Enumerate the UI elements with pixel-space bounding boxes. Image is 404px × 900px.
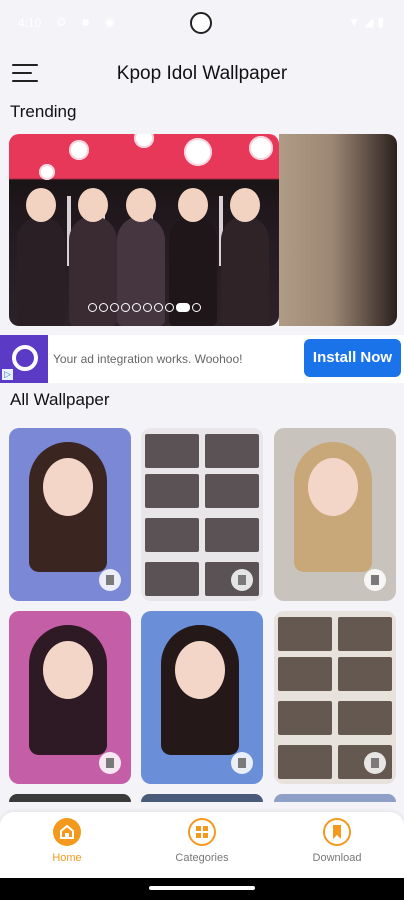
app-bar: Kpop Idol Wallpaper [0, 44, 404, 100]
bookmark-icon[interactable] [231, 569, 253, 591]
status-bar: 4:10 ⚙ ■ ◉ ▼◢▮ [0, 0, 404, 44]
flower-decoration [69, 140, 89, 160]
idol-face [308, 458, 358, 516]
carousel-dot[interactable] [175, 303, 190, 312]
nav-home[interactable]: Home [17, 818, 117, 864]
app-title: Kpop Idol Wallpaper [116, 63, 288, 84]
photo-tile [205, 474, 259, 508]
front-camera-icon [190, 12, 212, 34]
wallpaper-thumbnail-partial[interactable] [9, 794, 131, 802]
nav-home-label: Home [52, 852, 82, 864]
status-time: 4:10 [18, 16, 42, 30]
carousel-page-indicator[interactable] [9, 299, 279, 317]
photo-tile [338, 657, 392, 691]
wallpaper-thumbnail[interactable] [141, 611, 263, 784]
trending-carousel-slide[interactable] [9, 134, 279, 326]
carousel-dot[interactable] [191, 303, 201, 312]
install-now-button[interactable]: Install Now [304, 339, 401, 377]
photo-tile [278, 745, 332, 779]
home-icon [53, 818, 81, 846]
photo-tile [145, 518, 199, 552]
nav-download[interactable]: Download [287, 818, 387, 864]
nav-categories[interactable]: Categories [152, 818, 252, 864]
status-right-icons: ▼◢▮ [348, 15, 388, 29]
trending-carousel-next-slide[interactable] [279, 134, 397, 326]
photo-tile [145, 434, 199, 468]
bottom-navigation: Home Categories Download [0, 812, 404, 878]
wallpaper-thumbnail[interactable] [141, 428, 263, 601]
photo-tile [205, 518, 259, 552]
carousel-dot[interactable] [131, 303, 141, 312]
bookmark-icon[interactable] [99, 569, 121, 591]
photo-tile [145, 562, 199, 596]
carousel-dot[interactable] [109, 303, 119, 312]
photo-tile [338, 701, 392, 735]
bookmark-icon[interactable] [364, 752, 386, 774]
all-wallpaper-heading: All Wallpaper [10, 390, 110, 409]
wallpaper-thumbnail[interactable] [9, 611, 131, 784]
flower-decoration [184, 138, 212, 166]
wallpaper-thumbnail[interactable] [9, 428, 131, 601]
photo-tile [205, 434, 259, 468]
ad-choices-icon[interactable]: ▷ [2, 369, 13, 380]
carousel-dot[interactable] [98, 303, 108, 312]
idol-face [43, 641, 93, 699]
idol-face [43, 458, 93, 516]
flower-decoration [134, 134, 154, 148]
photo-tile [338, 617, 392, 651]
ad-text: Your ad integration works. Woohoo! [53, 352, 243, 366]
grid-icon [188, 818, 216, 846]
nav-categories-label: Categories [175, 852, 229, 864]
photo-tile [278, 617, 332, 651]
bookmark-icon[interactable] [364, 569, 386, 591]
bookmark-icon[interactable] [231, 752, 253, 774]
carousel-dot[interactable] [87, 303, 97, 312]
flower-decoration [39, 164, 55, 180]
carousel-dot[interactable] [153, 303, 163, 312]
photo-tile [278, 701, 332, 735]
wallpaper-thumbnail[interactable] [274, 428, 396, 601]
bookmark-icon[interactable] [99, 752, 121, 774]
carousel-dot[interactable] [164, 303, 174, 312]
status-left-icons: ⚙ ■ ◉ [56, 15, 122, 29]
wallpaper-thumbnail-partial[interactable] [141, 794, 263, 802]
nav-download-label: Download [312, 852, 362, 864]
photo-tile [278, 657, 332, 691]
wallpaper-thumbnail-partial[interactable] [274, 794, 396, 802]
bookmark-icon [323, 818, 351, 846]
photo-tile [145, 474, 199, 508]
carousel-dot[interactable] [142, 303, 152, 312]
system-gesture-bar [0, 878, 404, 900]
wallpaper-thumbnail[interactable] [274, 611, 396, 784]
carousel-dot[interactable] [120, 303, 130, 312]
flower-decoration [249, 136, 273, 160]
trending-heading: Trending [10, 102, 77, 121]
idol-face [175, 641, 225, 699]
